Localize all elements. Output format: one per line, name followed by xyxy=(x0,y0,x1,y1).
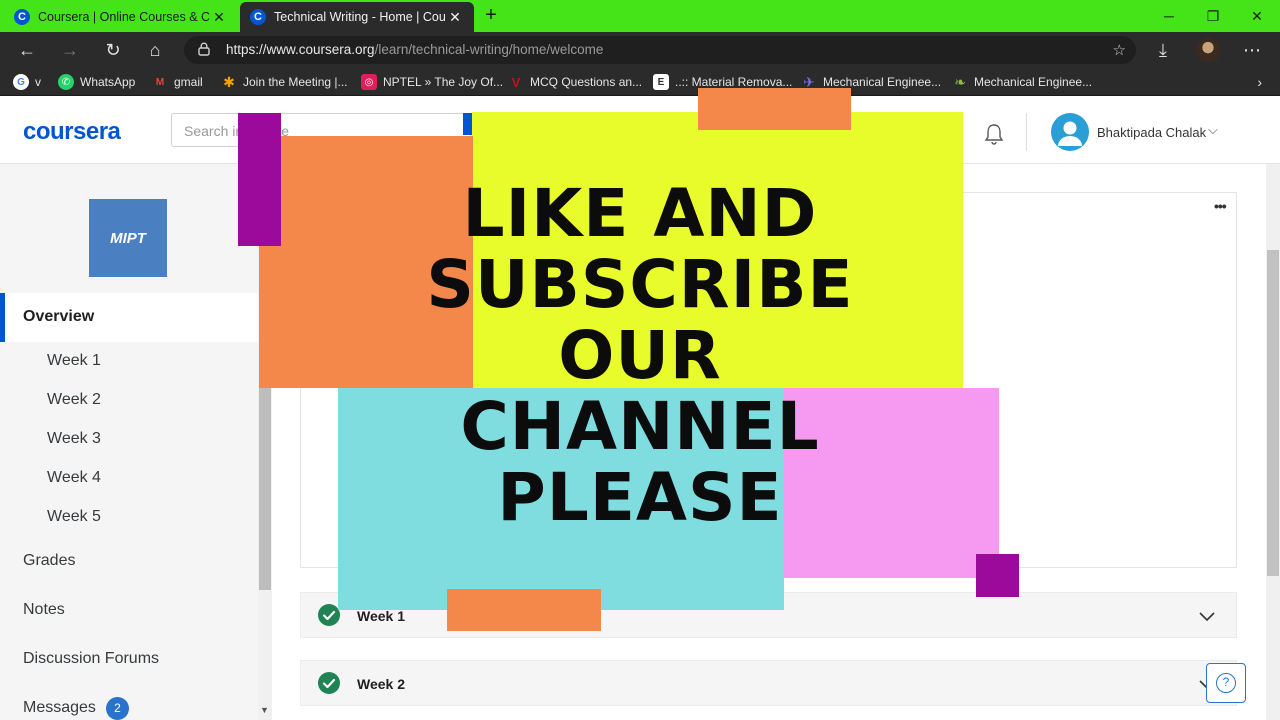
overlay-purple-square xyxy=(976,554,1019,597)
mcq-icon: V xyxy=(511,74,521,90)
overlay-line: SUBSCRIBE xyxy=(426,246,854,323)
chevron-down-icon[interactable]: ⌵ xyxy=(1208,122,1218,138)
home-icon[interactable]: ⌂ xyxy=(143,38,167,62)
whatsapp-icon: ✆ xyxy=(58,74,74,90)
window-close-icon[interactable]: ✕ xyxy=(1246,6,1268,26)
bookmark-label: MCQ Questions an... xyxy=(530,75,643,89)
browser-title-bar: C Coursera | Online Courses & Cre ✕ C Te… xyxy=(0,0,1280,32)
overlay-orange-top-tab xyxy=(698,88,851,130)
user-silhouette-icon xyxy=(1058,121,1082,146)
institution-logo: MIPT xyxy=(89,199,167,277)
bookmark-nptel[interactable]: ◎ NPTEL » The Joy Of... xyxy=(361,74,503,90)
sidebar-item-notes[interactable]: Notes xyxy=(23,601,65,619)
sidebar-item-week-5[interactable]: Week 5 xyxy=(47,508,101,526)
user-name[interactable]: Bhaktipada Chalak xyxy=(1097,125,1206,140)
header-divider xyxy=(1026,113,1027,151)
bell-icon[interactable] xyxy=(982,122,1006,146)
week-row-2[interactable]: Week 2 xyxy=(300,660,1237,706)
overlay-line: PLEASE xyxy=(497,459,783,536)
bookmark-gmail[interactable]: M gmail xyxy=(152,74,203,90)
bookmark-label: ..:: Material Remova... xyxy=(675,75,793,89)
downloads-icon[interactable]: ⤓ xyxy=(1151,38,1175,62)
tab-close-icon[interactable]: ✕ xyxy=(210,9,228,26)
overlay-line: OUR xyxy=(558,317,722,394)
address-bar[interactable]: https://www.coursera.org/learn/technical… xyxy=(184,36,1136,64)
bookmark-whatsapp[interactable]: ✆ WhatsApp xyxy=(58,74,135,90)
scroll-down-arrow-icon[interactable]: ▼ xyxy=(260,705,269,715)
bookmark-label: v xyxy=(35,75,41,89)
meeting-icon: ✱ xyxy=(223,73,235,90)
restore-icon[interactable]: ❐ xyxy=(1202,6,1224,26)
url-path: /learn/technical-writing/home/welcome xyxy=(374,42,604,57)
coursera-favicon-icon: C xyxy=(250,9,266,25)
overlay-subscribe-text: LIKE AND SUBSCRIBE OUR CHANNEL PLEASE xyxy=(400,178,880,533)
browser-menu-icon[interactable]: ⋯ xyxy=(1240,38,1264,62)
url-text: https://www.coursera.org/learn/technical… xyxy=(226,42,603,57)
coursera-favicon-icon: C xyxy=(14,9,30,25)
sidebar-item-week-1[interactable]: Week 1 xyxy=(47,352,101,370)
tab-label: Coursera | Online Courses & Cre xyxy=(38,10,210,24)
tab-close-icon[interactable]: ✕ xyxy=(446,9,464,26)
sidebar-item-grades[interactable]: Grades xyxy=(23,552,75,570)
help-button[interactable]: ? xyxy=(1206,663,1246,703)
sidebar-scrollbar-thumb[interactable] xyxy=(259,388,271,590)
bookmark-mechanical-2[interactable]: ❧ Mechanical Enginee... xyxy=(952,74,1092,90)
bookmark-label: WhatsApp xyxy=(80,75,136,89)
overlay-purple-bar xyxy=(238,113,281,246)
refresh-icon[interactable]: ↻ xyxy=(101,38,125,62)
browser-toolbar: ← → ↻ ⌂ https://www.coursera.org/learn/t… xyxy=(0,32,1280,68)
tab-label: Technical Writing - Home | Cours xyxy=(274,10,446,24)
sidebar-item-week-3[interactable]: Week 3 xyxy=(47,430,101,448)
favorite-star-icon[interactable]: ☆ xyxy=(1113,41,1126,59)
mech-icon-2: ❧ xyxy=(954,73,966,90)
bookmark-label: Join the Meeting |... xyxy=(243,75,348,89)
bookmark-google[interactable]: G v xyxy=(13,74,41,90)
check-circle-icon xyxy=(318,672,340,694)
bookmark-label: Mechanical Enginee... xyxy=(974,75,1093,89)
bookmark-mcq[interactable]: V MCQ Questions an... xyxy=(508,74,642,90)
week-row-label: Week 2 xyxy=(357,676,405,692)
sidebar-item-week-4[interactable]: Week 4 xyxy=(47,469,101,487)
bookmark-meeting[interactable]: ✱ Join the Meeting |... xyxy=(221,73,348,90)
user-avatar[interactable] xyxy=(1051,113,1089,151)
bookmarks-bar: G v ✆ WhatsApp M gmail ✱ Join the Meetin… xyxy=(0,68,1280,96)
overlay-line: LIKE AND xyxy=(462,175,818,252)
overlay-line: CHANNEL xyxy=(460,388,820,465)
back-icon[interactable]: ← xyxy=(15,38,39,62)
sidebar-item-overview[interactable]: Overview xyxy=(0,293,258,342)
nptel-icon: ◎ xyxy=(361,74,377,90)
more-options-icon[interactable]: ••• xyxy=(1214,198,1227,214)
google-icon: G xyxy=(13,74,29,90)
main-scrollbar-thumb[interactable] xyxy=(1267,250,1279,576)
sidebar-item-messages[interactable]: Messages xyxy=(23,699,96,717)
chevron-down-icon[interactable] xyxy=(1198,607,1216,625)
sidebar-item-label: Overview xyxy=(23,308,95,325)
material-icon: E xyxy=(653,74,669,90)
sidebar-item-week-2[interactable]: Week 2 xyxy=(47,391,101,409)
week-row-label: Week 1 xyxy=(357,608,405,624)
gmail-icon: M xyxy=(155,76,165,88)
forward-icon[interactable]: → xyxy=(58,38,82,62)
institution-logo-text: MIPT xyxy=(110,229,146,247)
coursera-logo[interactable]: coursera xyxy=(23,118,121,146)
bookmark-label: NPTEL » The Joy Of... xyxy=(383,75,504,89)
tab-technical-writing[interactable]: C Technical Writing - Home | Cours ✕ xyxy=(240,2,474,32)
help-icon: ? xyxy=(1216,673,1236,693)
new-tab-icon[interactable]: + xyxy=(480,4,502,26)
bookmarks-more-icon[interactable]: › xyxy=(1257,74,1262,90)
bookmark-label: gmail xyxy=(174,75,203,89)
overlay-orange-bottom-tab xyxy=(447,589,601,631)
url-host: https://www.coursera.org xyxy=(226,42,375,57)
minimize-icon[interactable]: ─ xyxy=(1158,6,1180,26)
lock-icon xyxy=(198,42,210,56)
sidebar-item-discussion-forums[interactable]: Discussion Forums xyxy=(23,650,159,668)
browser-profile-avatar[interactable] xyxy=(1196,38,1220,62)
messages-count-badge: 2 xyxy=(106,697,129,720)
check-circle-icon xyxy=(318,604,340,626)
bookmark-label: Mechanical Enginee... xyxy=(823,75,942,89)
tab-coursera-home[interactable]: C Coursera | Online Courses & Cre ✕ xyxy=(4,2,238,32)
